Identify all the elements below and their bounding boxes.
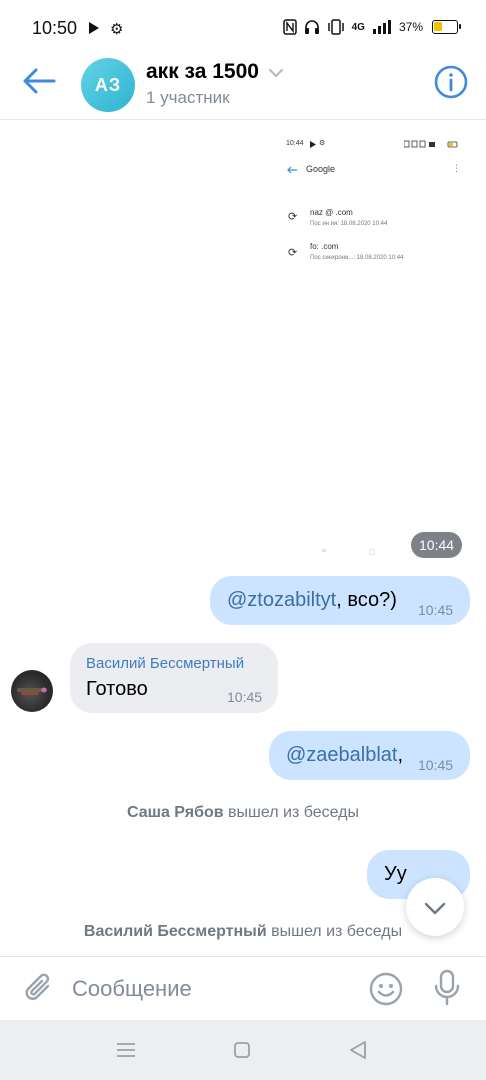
image-time-chip: 10:44 — [411, 532, 463, 558]
chat-avatar[interactable]: АЗ — [81, 58, 135, 112]
screenshot-time: 10:44 — [286, 140, 304, 147]
message-text: , — [397, 744, 404, 766]
system-actor[interactable]: Саша Рябов — [127, 804, 224, 821]
screenshot-sync-icon: ⟳ — [288, 211, 298, 223]
avatar[interactable] — [11, 670, 53, 712]
status-time: 10:50 — [32, 18, 78, 38]
chevron-down-icon — [424, 902, 446, 915]
screenshot-play-icon — [310, 141, 316, 148]
scroll-to-bottom-button[interactable] — [406, 878, 464, 936]
mention-link[interactable]: @zaebalblat — [286, 744, 397, 766]
nav-back-icon[interactable] — [347, 1039, 369, 1061]
screenshot-nav-menu-icon: ≡ — [322, 548, 327, 555]
screenshot-back-icon — [287, 166, 297, 174]
outgoing-message[interactable]: @zaebalblat, 10:45 — [269, 731, 470, 780]
recents-menu-icon[interactable] — [115, 1040, 137, 1060]
status-icons: 4G 37% — [282, 19, 461, 35]
chat-subtitle: 1 участник — [146, 88, 230, 107]
gear-icon: ⚙ — [110, 21, 124, 38]
incoming-message[interactable]: Василий Бессмертный Готово 10:45 — [70, 643, 278, 713]
microphone-icon[interactable] — [432, 969, 462, 1007]
message-time: 10:45 — [418, 602, 454, 618]
message-input[interactable] — [72, 969, 352, 1009]
screenshot-account-email: fo: .com — [310, 242, 339, 251]
battery-icon — [432, 20, 461, 34]
message-text: , всо?) — [336, 589, 397, 611]
system-text: вышел из беседы — [223, 804, 360, 821]
home-icon[interactable] — [233, 1041, 251, 1059]
message-composer — [0, 956, 486, 1020]
message-text: Уу — [384, 863, 407, 885]
message-time: 10:45 — [227, 689, 263, 705]
screenshot-gear-icon: ⚙ — [319, 140, 326, 147]
screenshot-status-icons — [404, 140, 458, 148]
avatar-initials: АЗ — [94, 74, 122, 95]
avatar-image — [17, 687, 47, 695]
attached-screenshot[interactable]: 10:44 ⚙ Google ⋮ ⟳ naz @ .com Пос ин ия:… — [276, 128, 472, 564]
headset-icon — [304, 20, 319, 34]
nfc-icon — [282, 19, 297, 35]
screenshot-account-status: Пос ин ия: 18.08.2020 10:44 — [310, 221, 388, 227]
screenshot-sync-icon: ⟳ — [288, 247, 298, 259]
battery-fill — [434, 22, 442, 31]
mention-link[interactable]: @ztozabiltyt — [227, 589, 336, 611]
message-text: Готово — [86, 678, 148, 700]
chevron-down-icon[interactable] — [268, 68, 284, 78]
chat-header: АЗ акк за 1500 1 участник — [0, 58, 486, 120]
network-label: 4G — [351, 21, 365, 33]
screenshot-account-email: naz @ .com — [310, 208, 353, 217]
smile-icon[interactable] — [368, 971, 404, 1007]
status-bar: 10:50 ⚙ 4G 37% — [0, 0, 486, 58]
battery-percent: 37% — [398, 20, 423, 34]
screenshot-nav-home-icon: ▢ — [369, 549, 376, 556]
screenshot-title: Google — [306, 164, 336, 174]
vibrate-icon — [327, 19, 344, 35]
message-sender[interactable]: Василий Бессмертный — [86, 655, 244, 672]
screenshot-menu-icon: ⋮ — [452, 163, 461, 173]
system-nav-bar — [0, 1020, 486, 1080]
message-time: 10:45 — [418, 757, 454, 773]
signal-icon — [372, 20, 391, 34]
play-icon — [89, 22, 99, 34]
system-actor[interactable]: Василий Бессмертный — [84, 923, 267, 940]
screenshot-account-status: Пос синхрони...: 18.08.2020 10:44 — [310, 255, 404, 261]
system-text: вышел из беседы — [266, 923, 403, 940]
message-list[interactable]: 10:44 ⚙ Google ⋮ ⟳ naz @ .com Пос ин ия:… — [0, 120, 486, 956]
paperclip-icon[interactable] — [22, 971, 56, 1005]
info-icon[interactable] — [434, 65, 468, 99]
back-arrow-icon[interactable] — [22, 68, 56, 94]
outgoing-message[interactable]: @ztozabiltyt, всо?) 10:45 — [210, 576, 470, 625]
chat-title[interactable]: акк за 1500 — [146, 60, 259, 84]
system-message: Саша Рябов вышел из беседы — [0, 804, 486, 822]
